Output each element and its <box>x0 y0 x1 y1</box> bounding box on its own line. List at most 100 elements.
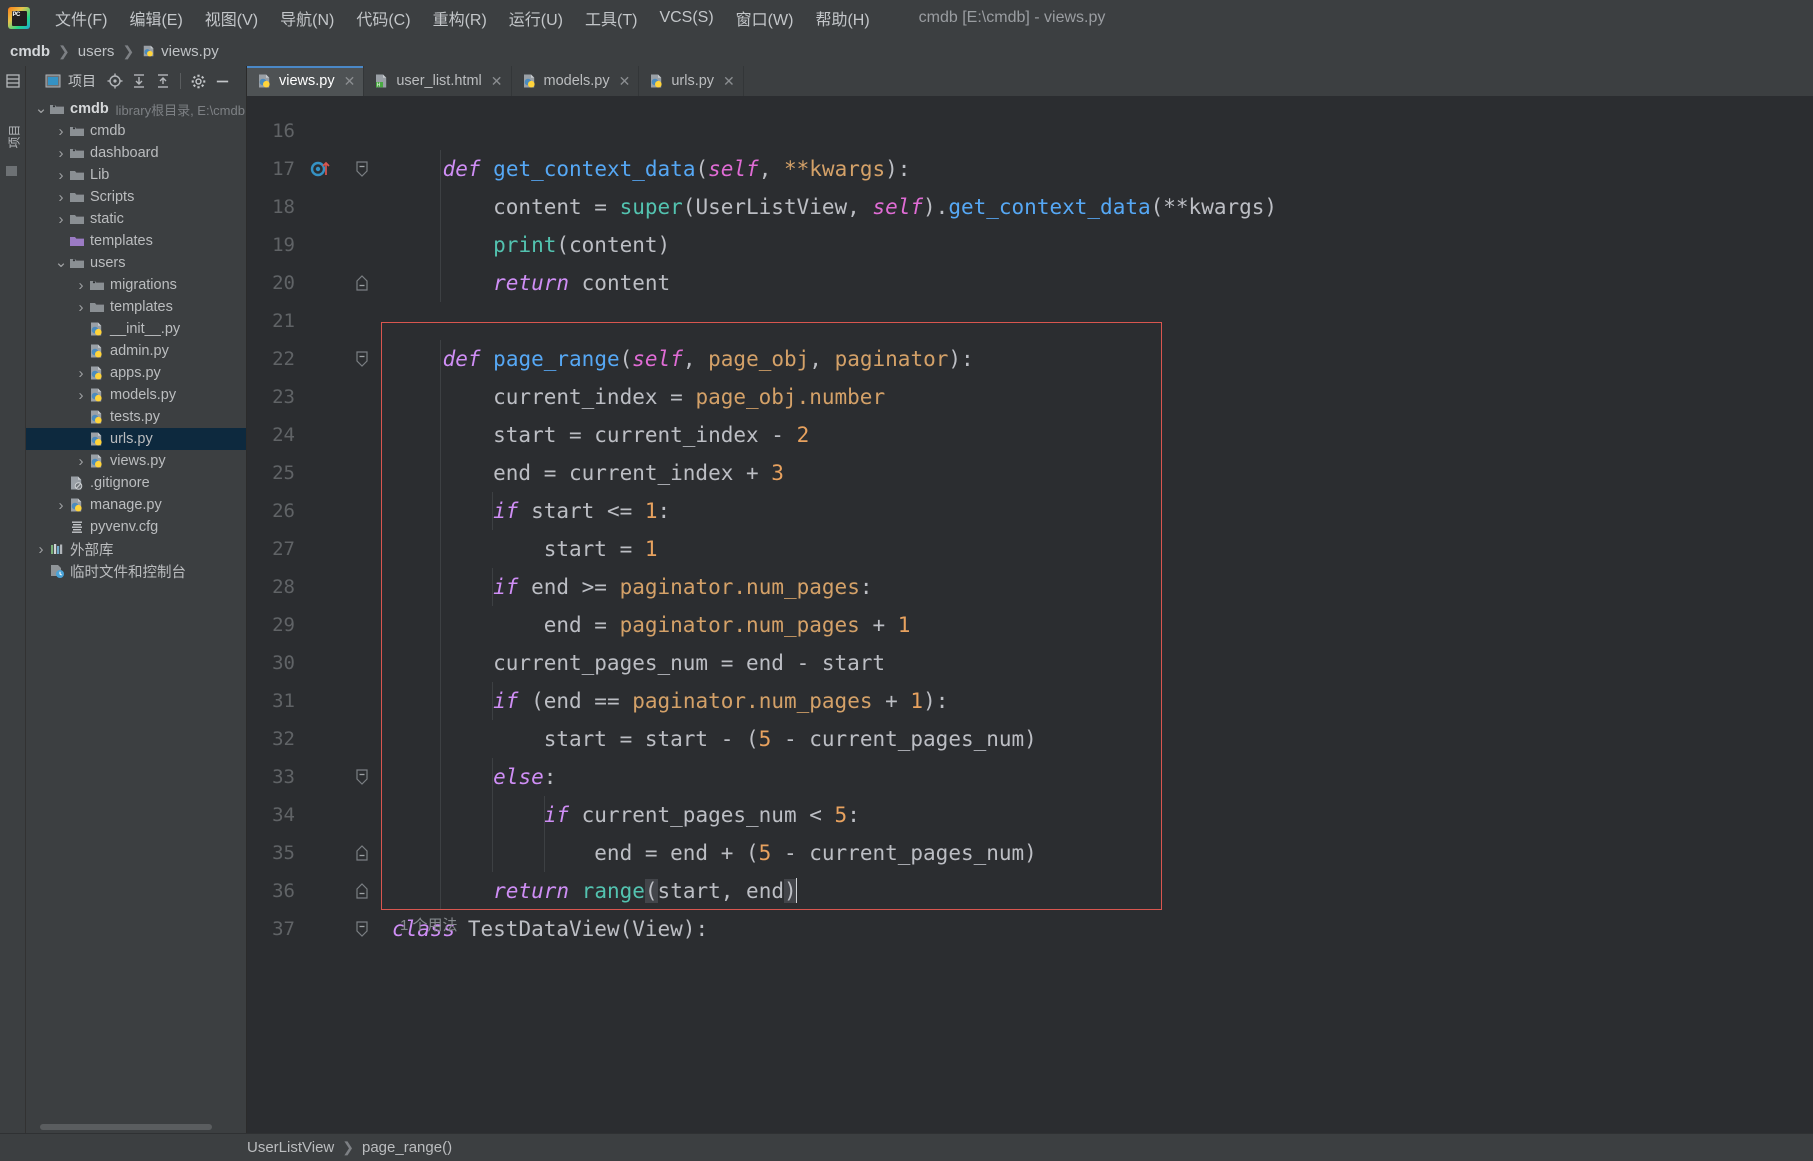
tree-item-manage-py[interactable]: › manage.py <box>26 494 246 516</box>
tree-item--[interactable]: 临时文件和控制台 <box>26 560 246 582</box>
gutter-line-33[interactable]: 33 <box>247 758 382 796</box>
gutter-line-19[interactable]: 19 <box>247 226 382 264</box>
tree-item-lib[interactable]: › Lib <box>26 164 246 186</box>
editor-gutter[interactable]: 16 17 18 19 20 21 22 23 24 25 26 27 28 29 30 31 32 33 34 35… <box>247 96 383 1133</box>
code-line-34[interactable]: if current_pages_num < 5: <box>382 796 1799 834</box>
code-line-32[interactable]: start = start - (5 - current_pages_num) <box>382 720 1799 758</box>
fold-region-end-icon[interactable] <box>351 264 373 302</box>
hide-panel-icon[interactable] <box>211 70 233 92</box>
chevron-right-icon[interactable]: › <box>54 145 68 162</box>
fold-collapse-icon[interactable] <box>351 150 373 188</box>
gutter-line-16[interactable]: 16 <box>247 112 382 150</box>
gutter-line-36[interactable]: 36 <box>247 872 382 910</box>
collapse-all-icon[interactable] <box>152 70 174 92</box>
chevron-down-icon[interactable]: ⌄ <box>34 101 48 116</box>
commit-icon[interactable] <box>3 162 21 180</box>
expand-all-icon[interactable] <box>128 70 150 92</box>
chevron-right-icon[interactable]: › <box>54 123 68 140</box>
editor-tab-models-py[interactable]: models.py ✕ <box>512 66 640 96</box>
breadcrumb-item-0[interactable]: cmdb <box>10 43 50 60</box>
status-crumb-class[interactable]: UserListView <box>247 1139 334 1156</box>
usage-hint-label[interactable]: 1 个用法 <box>400 914 458 935</box>
close-icon[interactable]: ✕ <box>344 73 356 90</box>
code-line-25[interactable]: end = current_index + 3 <box>382 454 1799 492</box>
code-line-30[interactable]: current_pages_num = end - start <box>382 644 1799 682</box>
gutter-line-30[interactable]: 30 <box>247 644 382 682</box>
fold-region-end-icon[interactable] <box>351 872 373 910</box>
chevron-right-icon[interactable]: › <box>74 453 88 470</box>
menu-run[interactable]: 运行(U) <box>498 2 574 34</box>
gutter-line-29[interactable]: 29 <box>247 606 382 644</box>
menu-vcs[interactable]: VCS(S) <box>648 5 724 31</box>
gutter-line-26[interactable]: 26 <box>247 492 382 530</box>
tree-item-migrations[interactable]: › migrations <box>26 274 246 296</box>
code-line-24[interactable]: start = current_index - 2 <box>382 416 1799 454</box>
gutter-line-22[interactable]: 22 <box>247 340 382 378</box>
tree-item-pyvenv-cfg[interactable]: pyvenv.cfg <box>26 516 246 538</box>
gutter-line-37[interactable]: 37 <box>247 910 382 948</box>
breadcrumb-item-2[interactable]: views.py <box>142 43 219 60</box>
chevron-right-icon[interactable]: › <box>54 189 68 206</box>
status-crumb-method[interactable]: page_range() <box>362 1139 452 1156</box>
code-line-37[interactable]: class TestDataView(View): <box>382 910 1799 948</box>
code-line-36[interactable]: return range(start, end) <box>382 872 1799 910</box>
gutter-line-35[interactable]: 35 <box>247 834 382 872</box>
tree-item-views-py[interactable]: › views.py <box>26 450 246 472</box>
tree-item-templates[interactable]: › templates <box>26 296 246 318</box>
tree-item-models-py[interactable]: › models.py <box>26 384 246 406</box>
code-line-35[interactable]: end = end + (5 - current_pages_num) <box>382 834 1799 872</box>
chevron-right-icon[interactable]: › <box>54 211 68 228</box>
gear-icon[interactable] <box>187 70 209 92</box>
menu-navigate[interactable]: 导航(N) <box>269 2 345 34</box>
chevron-right-icon[interactable]: › <box>54 167 68 184</box>
tree-item-admin-py[interactable]: admin.py <box>26 340 246 362</box>
code-line-23[interactable]: current_index = page_obj.number <box>382 378 1799 416</box>
menu-edit[interactable]: 编辑(E) <box>118 2 193 34</box>
gutter-line-27[interactable]: 27 <box>247 530 382 568</box>
code-line-18[interactable]: content = super(UserListView, self).get_… <box>382 188 1799 226</box>
gutter-line-34[interactable]: 34 <box>247 796 382 834</box>
tree-item-dashboard[interactable]: › dashboard <box>26 142 246 164</box>
gutter-line-21[interactable]: 21 <box>247 302 382 340</box>
fold-collapse-icon[interactable] <box>351 758 373 796</box>
menu-file[interactable]: 文件(F) <box>44 2 118 34</box>
tree-item-scripts[interactable]: › Scripts <box>26 186 246 208</box>
gutter-line-20[interactable]: 20 <box>247 264 382 302</box>
gutter-line-24[interactable]: 24 <box>247 416 382 454</box>
code-line-16[interactable] <box>382 112 1799 150</box>
chevron-right-icon[interactable]: › <box>74 387 88 404</box>
menu-code[interactable]: 代码(C) <box>345 2 421 34</box>
tree-item--init-py[interactable]: __init__.py <box>26 318 246 340</box>
code-line-26[interactable]: if start <= 1: <box>382 492 1799 530</box>
gutter-line-25[interactable]: 25 <box>247 454 382 492</box>
close-icon[interactable]: ✕ <box>723 73 735 90</box>
code-editor[interactable]: 16 17 18 19 20 21 22 23 24 25 26 27 28 29 30 31 32 33 34 35… <box>247 96 1813 1133</box>
gutter-line-32[interactable]: 32 <box>247 720 382 758</box>
chevron-right-icon[interactable]: › <box>74 299 88 316</box>
menu-window[interactable]: 窗口(W) <box>725 2 805 34</box>
gutter-line-17[interactable]: 17 <box>247 150 382 188</box>
chevron-down-icon[interactable]: ⌄ <box>54 255 68 270</box>
tree-item-urls-py[interactable]: urls.py <box>26 428 246 450</box>
tree-item-cmdb[interactable]: › cmdb <box>26 120 246 142</box>
code-line-28[interactable]: if end >= paginator.num_pages: <box>382 568 1799 606</box>
tree-item-users[interactable]: ⌄ users <box>26 252 246 274</box>
code-line-17[interactable]: def get_context_data(self, **kwargs): <box>382 150 1799 188</box>
code-line-33[interactable]: else: <box>382 758 1799 796</box>
code-line-22[interactable]: def page_range(self, page_obj, paginator… <box>382 340 1799 378</box>
tree-item-tests-py[interactable]: tests.py <box>26 406 246 428</box>
close-icon[interactable]: ✕ <box>619 73 631 90</box>
structure-icon[interactable] <box>4 72 22 90</box>
gutter-line-31[interactable]: 31 <box>247 682 382 720</box>
tree-item-cmdb[interactable]: ⌄ cmdb library根目录, E:\cmdb <box>26 98 246 120</box>
tree-item-apps-py[interactable]: › apps.py <box>26 362 246 384</box>
chevron-right-icon[interactable]: › <box>34 541 48 558</box>
gutter-line-18[interactable]: 18 <box>247 188 382 226</box>
code-content[interactable]: 1 个用法 def get_context_data(self, **kwarg… <box>382 96 1799 1133</box>
menu-view[interactable]: 视图(V) <box>194 2 269 34</box>
locate-target-icon[interactable] <box>104 70 126 92</box>
tree-item--gitignore[interactable]: .gitignore <box>26 472 246 494</box>
run-gutter-icon[interactable] <box>309 150 335 188</box>
chevron-right-icon[interactable]: › <box>74 277 88 294</box>
editor-tab-user-list-html[interactable]: Huser_list.html ✕ <box>364 66 512 96</box>
